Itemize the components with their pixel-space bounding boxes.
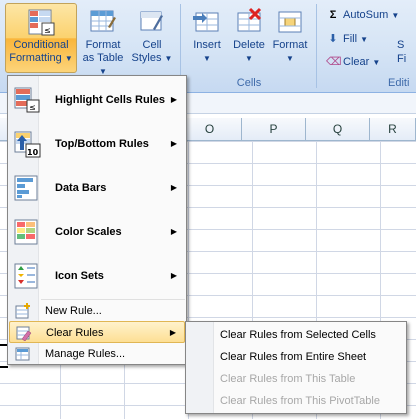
submenu-arrow-icon: ▶ [170, 95, 177, 104]
new-rule-label: New Rule... [45, 305, 102, 317]
svg-text:10: 10 [27, 148, 39, 157]
conditional-formatting-label-1: Conditional [13, 39, 69, 51]
clear-button[interactable]: ⌫Clear ▼ [326, 53, 380, 71]
cells-group-label: Cells [236, 77, 262, 89]
clear-rules-submenu: Clear Rules from Selected Cells Clear Ru… [185, 321, 407, 414]
new-rule-icon [15, 303, 31, 319]
top-bottom-icon: 10 [13, 130, 41, 158]
delete-button[interactable]: Delete ▼ [229, 3, 269, 73]
column-header-o[interactable]: O [178, 118, 242, 140]
group-separator [316, 4, 317, 88]
delete-label: Delete [233, 39, 265, 51]
insert-label: Insert [193, 39, 221, 51]
color-scales-label: Color Scales [55, 226, 122, 238]
format-as-table-label-2: as Table [82, 52, 124, 64]
filter-partial[interactable]: Fi [397, 50, 406, 68]
clear-rules-label: Clear Rules [46, 327, 104, 339]
sigma-icon: Σ [329, 9, 337, 21]
submenu-arrow-icon: ▶ [170, 271, 177, 280]
clear-label: Clear [343, 56, 370, 68]
menu-item-manage-rules[interactable]: Manage Rules... [9, 343, 185, 365]
submenu-item-clear-this-table: Clear Rules from This Table [220, 373, 356, 385]
submenu-arrow-icon: ▶ [170, 227, 177, 236]
manage-rules-label: Manage Rules... [45, 348, 126, 360]
menu-item-new-rule[interactable]: New Rule... [9, 300, 185, 322]
highlight-cells-rules-label: Highlight Cells Rules [55, 94, 166, 106]
cell-styles-button[interactable]: Cell Styles ▼ [129, 3, 175, 73]
autosum-label: AutoSum [343, 9, 389, 21]
format-as-table-button[interactable]: Format as Table ▼ [80, 3, 126, 76]
eraser-icon: ⌫ [326, 56, 342, 68]
color-scales-icon [13, 218, 41, 246]
chevron-down-icon: ▼ [64, 54, 73, 63]
conditional-formatting-menu: ≤ Highlight Cells Rules ▶ 10 Top/Bottom … [7, 75, 187, 365]
chevron-down-icon: ▼ [245, 54, 253, 63]
filter-partial-label: Fi [397, 53, 407, 65]
data-bars-icon [13, 174, 41, 202]
icon-sets-label: Icon Sets [55, 270, 104, 282]
menu-item-data-bars[interactable]: Data Bars ▶ [9, 166, 185, 210]
data-bars-label: Data Bars [55, 182, 107, 194]
submenu-item-clear-this-pivottable: Clear Rules from This PivotTable [220, 395, 380, 407]
submenu-arrow-icon: ▶ [169, 328, 176, 337]
column-header-p[interactable]: P [242, 118, 306, 140]
chevron-down-icon: ▼ [203, 54, 211, 63]
editing-group-label: Editi [388, 77, 410, 89]
icon-sets-icon [13, 262, 41, 290]
insert-button[interactable]: Insert ▼ [185, 3, 229, 73]
menu-item-color-scales[interactable]: Color Scales ▶ [9, 210, 185, 254]
chevron-down-icon: ▼ [372, 58, 381, 67]
submenu-arrow-icon: ▶ [170, 183, 177, 192]
menu-item-top-bottom-rules[interactable]: 10 Top/Bottom Rules ▶ [9, 122, 185, 166]
chevron-down-icon: ▼ [360, 35, 369, 44]
fill-label: Fill [343, 33, 358, 45]
conditional-formatting-label-2: Formatting [9, 52, 62, 64]
format-as-table-label-1: Format [85, 39, 121, 51]
cell-styles-icon [137, 7, 167, 37]
clear-rules-icon [16, 325, 32, 342]
conditional-formatting-button[interactable]: ≤ Conditional Formatting ▼ [5, 3, 77, 73]
submenu-icon-gutter [186, 322, 214, 413]
insert-cells-icon [192, 7, 222, 37]
svg-text:≤: ≤ [44, 26, 51, 35]
chevron-down-icon: ▼ [286, 54, 294, 63]
format-button[interactable]: Format ▼ [269, 3, 311, 73]
submenu-item-clear-selected-cells[interactable]: Clear Rules from Selected Cells [220, 324, 376, 346]
menu-item-highlight-cells-rules[interactable]: ≤ Highlight Cells Rules ▶ [9, 78, 185, 122]
autosum-button[interactable]: Σ AutoSum ▼ [326, 6, 400, 24]
menu-item-icon-sets[interactable]: Icon Sets ▶ [9, 254, 185, 298]
submenu-arrow-icon: ▶ [170, 139, 177, 148]
format-cells-icon [275, 7, 305, 37]
svg-text:≤: ≤ [29, 103, 36, 112]
cell-styles-label-2: Styles [131, 52, 162, 64]
chevron-down-icon: ▼ [164, 54, 173, 63]
menu-item-clear-rules[interactable]: Clear Rules ▶ [9, 321, 185, 343]
column-header-r[interactable]: R [370, 118, 416, 140]
column-header-q[interactable]: Q [306, 118, 370, 140]
fill-button[interactable]: ⬇ Fill ▼ [326, 30, 368, 48]
conditional-formatting-icon: ≤ [26, 7, 56, 37]
cell-styles-label-1: Cell [142, 39, 162, 51]
delete-cells-icon [234, 7, 264, 37]
top-bottom-rules-label: Top/Bottom Rules [55, 138, 149, 150]
manage-rules-icon [15, 346, 31, 362]
format-as-table-icon [88, 7, 118, 37]
format-label: Format [272, 39, 308, 51]
fill-down-icon: ⬇ [328, 33, 338, 45]
submenu-item-clear-entire-sheet[interactable]: Clear Rules from Entire Sheet [220, 346, 366, 368]
chevron-down-icon: ▼ [391, 11, 400, 20]
highlight-cells-icon: ≤ [13, 86, 41, 114]
